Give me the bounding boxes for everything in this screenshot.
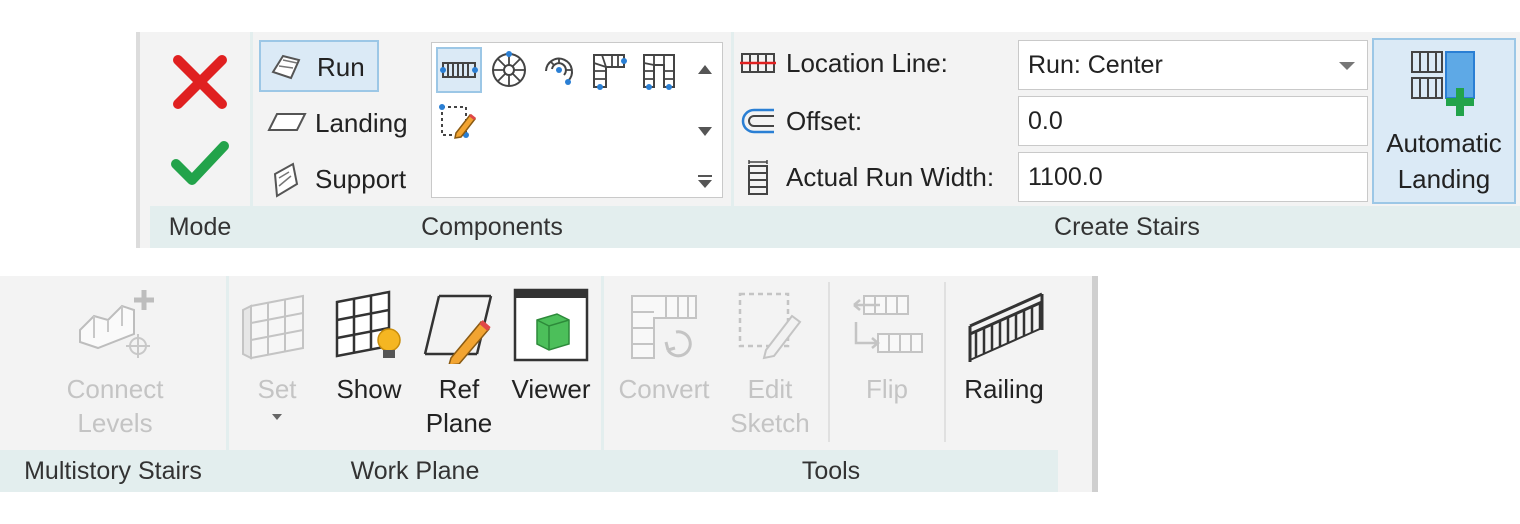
offset-input[interactable]: 0.0 [1018,96,1368,146]
multistory-stairs-panel: Connect Levels Multistory Stairs [0,276,226,492]
tools-panel: Convert Edit Sketch Flip Railing Tools [604,276,1058,492]
railing-label: Railing [964,374,1044,404]
flip-button[interactable]: Flip [834,280,940,444]
railing-button[interactable]: Railing [950,280,1058,444]
automatic-landing-button[interactable]: Automatic Landing [1372,38,1516,204]
connect-levels-button[interactable]: Connect Levels [10,280,220,444]
ref-plane-label-line2: Plane [425,408,493,438]
run-label: Run [317,52,365,82]
run-width-label: Actual Run Width: [786,162,995,192]
landing-icon [267,110,307,134]
landing-button[interactable]: Landing [259,100,429,146]
chevron-down-icon [1339,62,1355,70]
offset-label: Offset: [786,106,863,136]
center-ends-spiral-icon[interactable] [538,49,580,91]
show-work-plane-icon [331,288,407,364]
location-line-value: Run: Center [1028,51,1163,79]
create-stairs-panel: Location Line: Run: Center Offset: 0.0 A… [734,32,1520,248]
show-button[interactable]: Show [325,280,413,444]
gallery-scroll-up-icon[interactable] [698,65,712,74]
automatic-landing-label-line2: Landing [1397,164,1491,194]
flip-icon [850,292,926,362]
viewer-icon [513,286,589,362]
run-width-value: 1100.0 [1028,163,1103,191]
run-icon [269,50,303,84]
u-shape-winder-icon[interactable] [638,49,680,91]
finish-check-icon[interactable] [170,136,230,188]
connect-levels-icon [74,286,154,360]
work-plane-panel-title: Work Plane [229,450,601,492]
edit-sketch-label-line1: Edit [747,374,793,404]
run-width-input[interactable]: 1100.0 [1018,152,1368,202]
bottom-ribbon: Connect Levels Multistory Stairs Set Sho… [0,276,1098,492]
edit-sketch-label-line2: Sketch [730,408,810,438]
automatic-landing-label-line1: Automatic [1386,128,1502,158]
set-work-plane-icon [241,288,313,362]
convert-button[interactable]: Convert [610,280,718,444]
straight-run-icon[interactable] [436,47,482,93]
multistory-stairs-panel-title: Multistory Stairs [0,450,226,492]
cancel-icon[interactable] [170,52,230,112]
gallery-expand-icon[interactable] [698,175,712,189]
location-line-label: Location Line: [786,48,948,78]
connect-levels-label-line2: Levels [77,408,153,438]
create-stairs-panel-title: Create Stairs [734,206,1520,248]
offset-value: 0.0 [1028,107,1063,135]
railing-icon [966,286,1046,366]
ribbon-edge [136,32,140,248]
ribbon-edge [1092,276,1098,492]
convert-icon [628,288,702,362]
viewer-button[interactable]: Viewer [505,280,597,444]
set-label: Set [257,374,297,404]
components-panel: Run Landing Support Components [253,32,731,248]
top-ribbon: Mode Run Landing Support Components Loca… [136,32,1520,248]
run-width-icon [746,160,770,196]
chevron-down-icon [272,414,282,420]
run-type-gallery[interactable] [431,42,723,198]
offset-icon [740,106,776,136]
ref-plane-label-line1: Ref [438,374,480,404]
support-button[interactable]: Support [259,156,429,202]
ref-plane-button[interactable]: Ref Plane [415,280,503,444]
mode-panel-title: Mode [150,206,250,248]
sketch-run-icon[interactable] [438,101,480,143]
automatic-landing-icon [1408,44,1484,120]
full-step-spiral-icon[interactable] [488,49,530,91]
show-label: Show [336,374,402,404]
ref-plane-icon [421,288,497,364]
connect-levels-label-line1: Connect [66,374,164,404]
location-line-icon [740,50,776,76]
convert-label: Convert [618,374,710,404]
set-button[interactable]: Set [235,280,319,444]
flip-label: Flip [866,374,908,404]
landing-label: Landing [315,108,408,138]
tools-panel-title: Tools [604,450,1058,492]
components-panel-title: Components [253,206,731,248]
separator [828,282,830,442]
edit-sketch-icon [736,288,806,362]
separator [944,282,946,442]
location-line-dropdown[interactable]: Run: Center [1018,40,1368,90]
l-shape-winder-icon[interactable] [588,49,630,91]
mode-panel: Mode [150,32,250,248]
gallery-scroll-down-icon[interactable] [698,127,712,136]
support-label: Support [315,164,407,194]
edit-sketch-button[interactable]: Edit Sketch [722,280,818,444]
run-button[interactable]: Run [259,40,379,92]
viewer-label: Viewer [511,374,591,404]
support-icon [271,162,301,198]
work-plane-panel: Set Show Ref Plane Viewer Work Plane [229,276,601,492]
